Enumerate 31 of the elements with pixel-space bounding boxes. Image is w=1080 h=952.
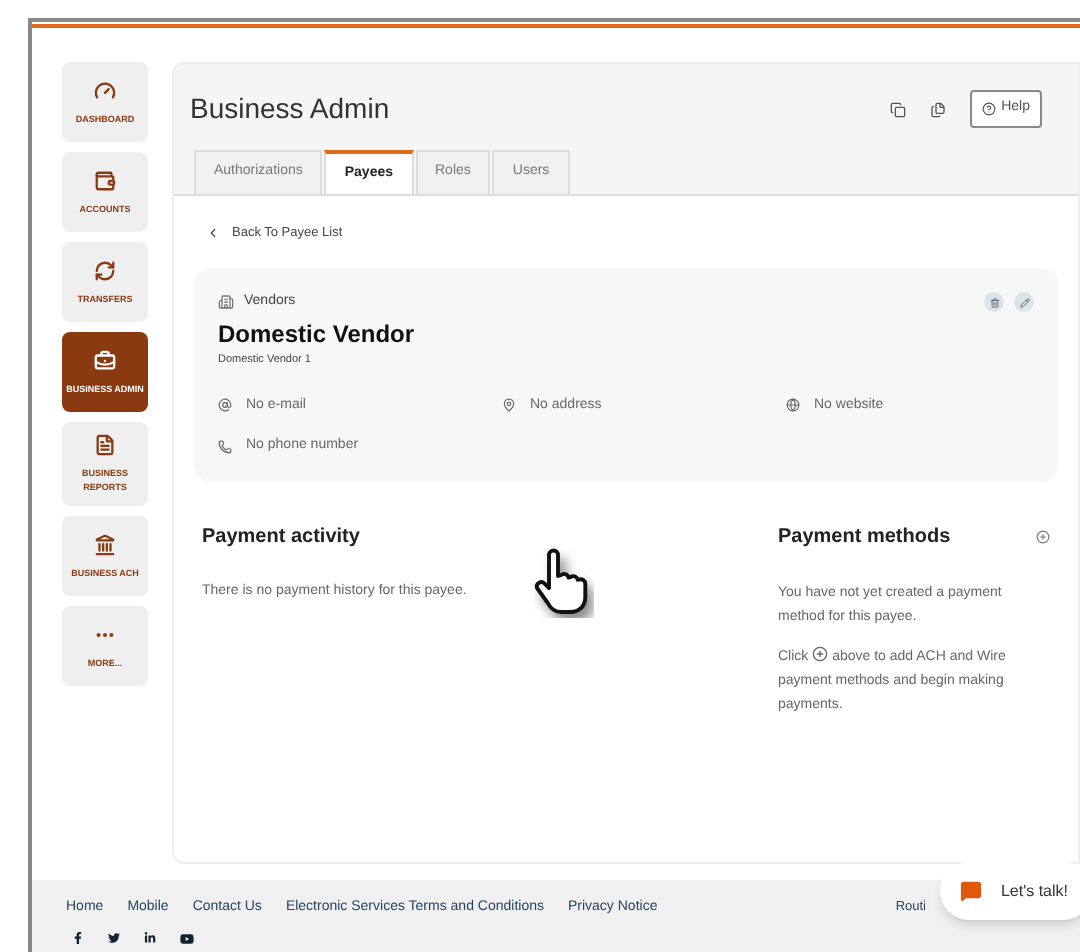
- payee-name: Domestic Vendor: [218, 318, 417, 353]
- add-icon: [812, 645, 829, 661]
- transfer-arrows-icon: [94, 259, 116, 281]
- pencil-icon: [1019, 297, 1029, 307]
- section-heading: Payment methods: [778, 523, 951, 551]
- facebook-icon[interactable]: [72, 931, 84, 943]
- linkedin-icon[interactable]: [144, 931, 156, 943]
- edit-button[interactable]: [1014, 292, 1034, 312]
- document-icon: [94, 434, 116, 456]
- building-icon: [218, 294, 234, 310]
- files-icon[interactable]: [929, 101, 946, 117]
- wallet-icon: [94, 169, 116, 191]
- delete-button[interactable]: [984, 292, 1004, 312]
- chat-bubble-icon: [960, 880, 983, 902]
- twitter-icon[interactable]: [108, 931, 120, 943]
- add-icon[interactable]: [1036, 529, 1050, 543]
- globe-icon: [786, 398, 800, 413]
- trash-icon: [989, 297, 999, 307]
- chevron-left-icon: [206, 226, 220, 241]
- phone-icon: [218, 439, 232, 454]
- chat-button[interactable]: Let's talk!: [940, 862, 1080, 920]
- page-title: Business Admin: [190, 90, 390, 128]
- bank-icon: [94, 533, 116, 555]
- youtube-icon[interactable]: [180, 931, 194, 945]
- copy-icon[interactable]: [889, 101, 906, 117]
- briefcase-icon: [94, 349, 116, 371]
- at-sign-icon: [218, 398, 232, 413]
- gauge-icon: [94, 79, 116, 101]
- section-heading: Payment activity: [202, 523, 362, 551]
- map-pin-icon: [502, 398, 516, 413]
- help-icon: [981, 102, 996, 116]
